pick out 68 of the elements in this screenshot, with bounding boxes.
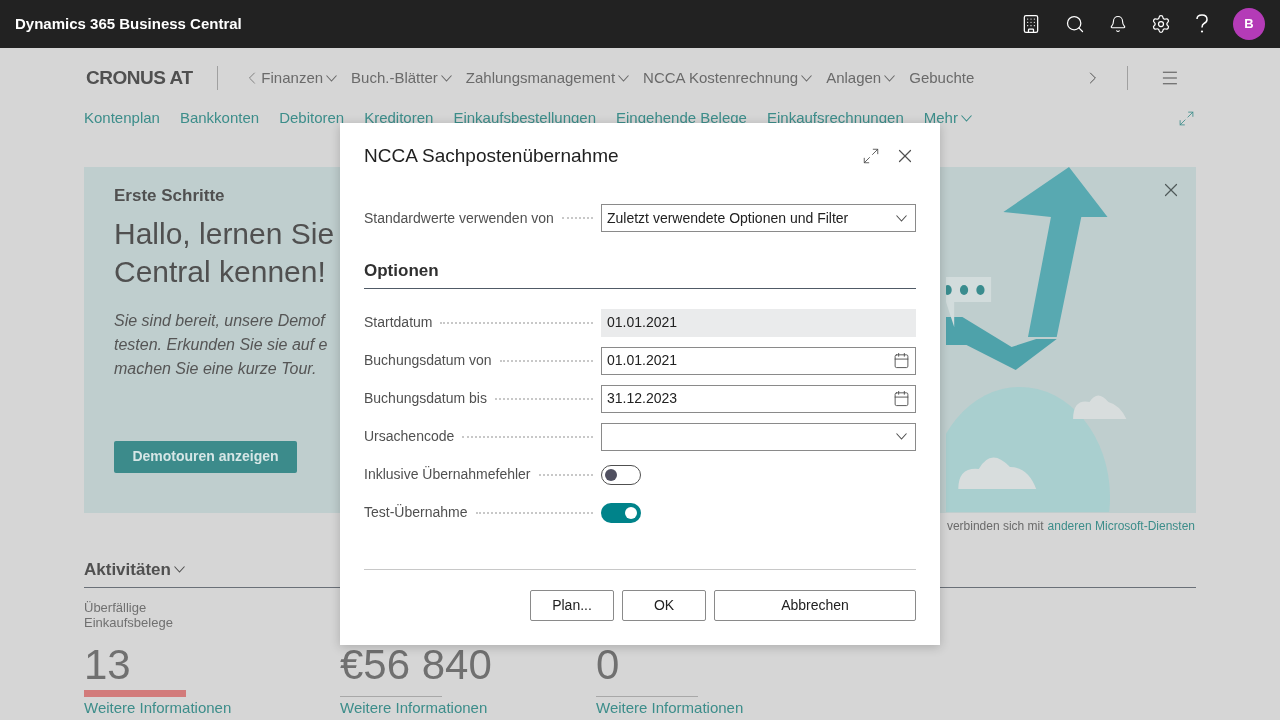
caret-icon	[618, 74, 630, 82]
activities-heading[interactable]: Aktivitäten	[84, 557, 171, 583]
tile-label: Überfällige Einkaufsbelege	[84, 599, 174, 630]
caret-icon	[960, 114, 972, 122]
more-info-link[interactable]: Weitere Informationen	[340, 698, 488, 717]
help-icon[interactable]	[1195, 14, 1209, 34]
select-field[interactable]	[601, 422, 916, 451]
menu-item[interactable]: Finanzen	[261, 66, 324, 90]
date-field[interactable]: 31.12.2023	[601, 384, 916, 413]
microsoft-services-link[interactable]: anderen Microsoft-Diensten	[1047, 517, 1195, 535]
menu-item[interactable]: Anlagen	[826, 66, 882, 90]
dialog-button[interactable]: Abbrechen	[714, 590, 916, 621]
company-name[interactable]: CRONUS AT	[86, 63, 193, 93]
banner-text: Sie sind bereit, unsere Demof	[114, 310, 327, 331]
field-label: Inklusive Übernahmefehler	[364, 465, 531, 484]
banner-heading: Erste Schritte	[114, 185, 226, 207]
nav-link[interactable]: Debitoren	[279, 106, 345, 130]
field-label: Startdatum	[364, 313, 433, 332]
menu-item[interactable]: Gebuchte	[909, 66, 975, 90]
nav-link[interactable]: Eingehende Belege	[616, 106, 747, 130]
nav-link[interactable]: Einkaufsrechnungen	[766, 106, 904, 130]
toggle-switch[interactable]	[601, 464, 641, 485]
start-date-field[interactable]: 01.01.2021	[601, 308, 916, 337]
notification-icon[interactable]	[1109, 15, 1127, 33]
section-heading[interactable]: Optionen	[364, 261, 439, 280]
more-info-link[interactable]: Weitere Informationen	[596, 698, 744, 717]
demo-tour-button[interactable]: Demotouren anzeigen	[114, 440, 297, 473]
dialog-button[interactable]: OK	[622, 590, 706, 621]
nav-link[interactable]: Mehr	[923, 106, 958, 130]
caret-icon	[173, 566, 185, 574]
tile-value[interactable]: 13	[84, 639, 186, 690]
field-label: Test-Übernahme	[364, 503, 468, 522]
calendar-icon[interactable]	[893, 390, 910, 407]
toggle-switch[interactable]	[601, 502, 641, 523]
expand-icon[interactable]	[862, 147, 880, 165]
menu-item[interactable]: Buch.-Blätter	[351, 66, 438, 90]
company-icon[interactable]	[1021, 14, 1041, 34]
date-field[interactable]: 01.01.2021	[601, 346, 916, 375]
banner-text: testen. Erkunden Sie sie auf e	[114, 334, 329, 355]
calendar-icon[interactable]	[893, 352, 910, 369]
caret-icon	[896, 433, 907, 440]
field-label: Ursachencode	[364, 427, 455, 446]
settings-icon[interactable]	[1151, 14, 1171, 34]
nav-link[interactable]: Bankkonten	[179, 106, 260, 130]
caret-icon	[884, 74, 896, 82]
footer-text: verbinden sich mit	[946, 518, 1044, 535]
banner-title: Central kennen!	[114, 253, 327, 290]
nav-link[interactable]: Kontenplan	[84, 106, 160, 130]
nav-link[interactable]: Kreditoren	[364, 106, 434, 130]
field-label: Standardwerte verwenden von	[364, 208, 554, 228]
field-label: Buchungsdatum von	[364, 351, 492, 370]
more-info-link[interactable]: Weitere Informationen	[84, 698, 232, 717]
caret-icon	[440, 74, 452, 82]
dialog-title: NCCA Sachpostenübernahme	[364, 143, 619, 168]
menu-item[interactable]: NCCA Kostenrechnung	[643, 66, 799, 90]
dialog-button[interactable]: Plan...	[530, 590, 614, 621]
app-title: Dynamics 365 Business Central	[15, 13, 242, 34]
caret-icon	[896, 214, 907, 222]
field-label: Buchungsdatum bis	[364, 389, 487, 408]
search-icon[interactable]	[1065, 14, 1085, 34]
banner-text: machen Sie eine kurze Tour.	[114, 358, 318, 379]
user-avatar[interactable]: B	[1233, 8, 1265, 40]
nav-link[interactable]: Einkaufsbestellungen	[453, 106, 596, 130]
caret-icon	[326, 74, 338, 82]
defaults-select[interactable]: Zuletzt verwendete Optionen und Filter	[601, 204, 916, 232]
banner-title: Hallo, lernen Sie	[114, 215, 336, 252]
caret-icon	[801, 74, 813, 82]
menu-item[interactable]: Zahlungsmanagement	[465, 66, 616, 90]
